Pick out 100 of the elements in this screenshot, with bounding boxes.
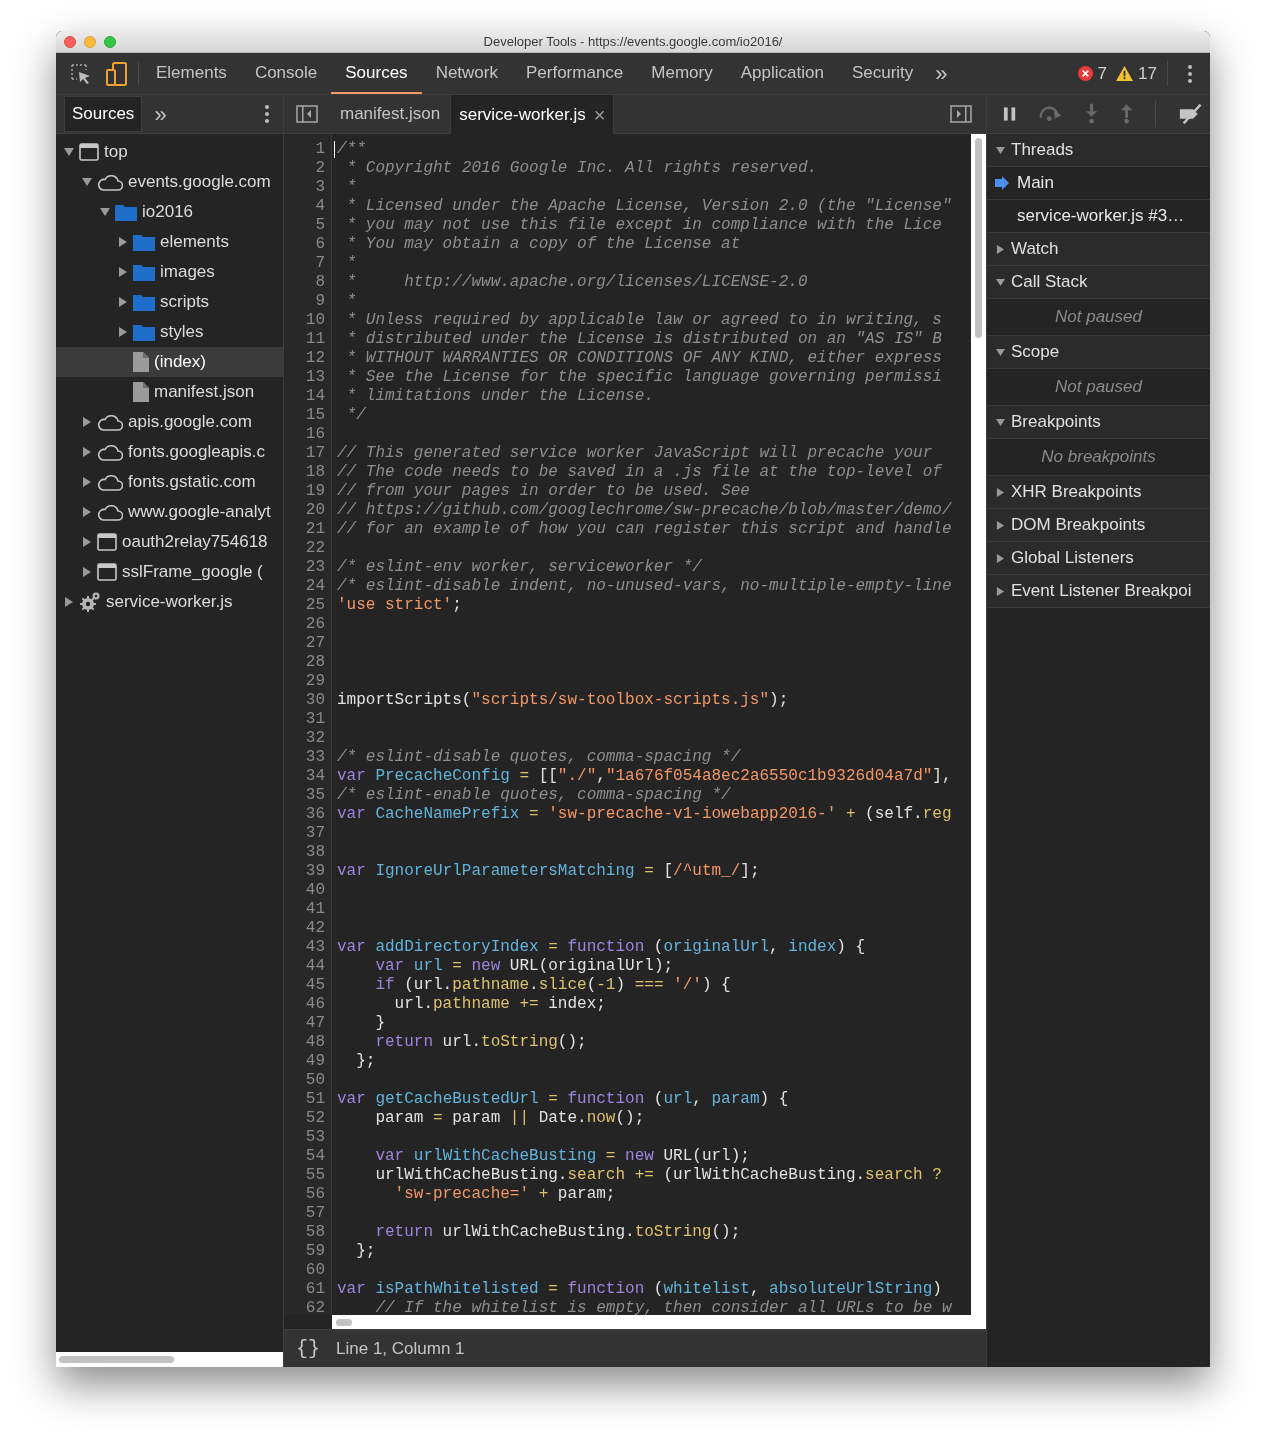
inspect-element-icon[interactable]	[70, 62, 92, 85]
line-number: 31	[304, 710, 325, 729]
disclosure-triangle-icon[interactable]	[82, 477, 92, 487]
section-header[interactable]: Breakpoints	[987, 406, 1210, 439]
vertical-scrollbar[interactable]	[971, 134, 986, 1329]
pretty-print-button[interactable]: {}	[296, 1333, 320, 1364]
code-line: var addDirectoryIndex = function (originalUrl, index) {	[337, 938, 866, 956]
cloud-icon	[97, 443, 123, 461]
tree-item[interactable]: styles	[56, 317, 283, 347]
code-line: * Copyright 2016 Google Inc. All rights reserved.	[345, 159, 818, 177]
panel-tab[interactable]: Application	[726, 53, 838, 94]
toggle-debugger-icon[interactable]	[950, 105, 972, 123]
panel-tab[interactable]: Memory	[637, 53, 727, 94]
device-toolbar-icon[interactable]	[106, 61, 128, 86]
section-header[interactable]: Watch	[987, 233, 1210, 266]
gear-icon	[79, 591, 101, 613]
panel-tab[interactable]: Performance	[512, 53, 638, 94]
line-number: 60	[304, 1261, 325, 1280]
more-tabs-button[interactable]: »	[142, 97, 179, 131]
disclosure-triangle-icon[interactable]	[996, 553, 1005, 563]
code-line: var PrecacheConfig = [["./","1a676f054a8ec2a6550c1b9326d04a7d"],	[337, 767, 952, 785]
disclosure-triangle-icon[interactable]	[82, 567, 92, 577]
disclosure-triangle-icon[interactable]	[996, 244, 1005, 254]
tree-item[interactable]: (index)	[56, 347, 283, 377]
file-tab[interactable]: manifest.json	[332, 95, 449, 133]
scrollbar-thumb[interactable]	[59, 1356, 174, 1363]
tree-item[interactable]: fonts.gstatic.com	[56, 467, 283, 497]
line-number: 16	[304, 425, 325, 444]
deactivate-breakpoints-icon[interactable]	[1177, 103, 1204, 125]
tree-item[interactable]: top	[56, 137, 283, 167]
tree-item[interactable]: fonts.googleapis.c	[56, 437, 283, 467]
tree-item[interactable]: elements	[56, 227, 283, 257]
section-header[interactable]: Call Stack	[987, 266, 1210, 299]
tree-item[interactable]: service-worker.js	[56, 587, 283, 617]
disclosure-triangle-icon[interactable]	[996, 586, 1005, 596]
scrollbar-thumb[interactable]	[975, 138, 982, 338]
panel-tab[interactable]: Elements	[142, 53, 241, 94]
disclosure-triangle-icon[interactable]	[996, 277, 1005, 287]
line-number: 28	[304, 653, 325, 672]
tree-item[interactable]: io2016	[56, 197, 283, 227]
file-tab[interactable]: service-worker.js ×	[450, 95, 615, 134]
panel-tab[interactable]: Security	[837, 53, 928, 94]
horizontal-scrollbar[interactable]	[332, 1315, 971, 1329]
close-window-button[interactable]	[64, 35, 76, 48]
tree-item[interactable]: oauth2relay754618	[56, 527, 283, 557]
code-line: // This generated service worker JavaScript will precache your	[337, 444, 933, 462]
horizontal-scrollbar[interactable]	[56, 1352, 283, 1367]
disclosure-triangle-icon[interactable]	[100, 207, 110, 217]
tree-item[interactable]: events.google.com	[56, 167, 283, 197]
disclosure-triangle-icon[interactable]	[996, 487, 1005, 497]
line-number: 11	[304, 330, 325, 349]
more-options-icon[interactable]	[263, 104, 271, 124]
disclosure-triangle-icon[interactable]	[82, 537, 92, 547]
disclosure-triangle-icon[interactable]	[82, 417, 92, 427]
disclosure-triangle-icon[interactable]	[118, 327, 128, 337]
toggle-navigator-icon[interactable]	[296, 105, 318, 123]
line-number: 39	[304, 862, 325, 881]
disclosure-triangle-icon[interactable]	[82, 447, 92, 457]
line-number: 38	[304, 843, 325, 862]
scrollbar-thumb[interactable]	[336, 1318, 352, 1326]
disclosure-triangle-icon[interactable]	[82, 507, 92, 517]
close-tab-button[interactable]: ×	[593, 99, 606, 130]
section-header[interactable]: DOM Breakpoints	[987, 509, 1210, 542]
section-header[interactable]: Global Listeners	[987, 542, 1210, 575]
panel-tab[interactable]: Network	[421, 53, 512, 94]
disclosure-triangle-icon[interactable]	[82, 177, 92, 187]
tree-item[interactable]: www.google-analyt	[56, 497, 283, 527]
disclosure-triangle-icon[interactable]	[996, 145, 1005, 155]
line-number: 2	[314, 159, 325, 178]
section-header[interactable]: Event Listener Breakpoi	[987, 575, 1210, 608]
disclosure-triangle-icon[interactable]	[118, 297, 128, 307]
warning-icon	[1116, 66, 1134, 81]
section-header[interactable]: Scope	[987, 336, 1210, 369]
disclosure-triangle-icon[interactable]	[996, 347, 1005, 357]
disclosure-triangle-icon[interactable]	[64, 147, 74, 157]
issue-counter[interactable]: 7 17	[1077, 60, 1168, 87]
line-number: 22	[304, 539, 325, 558]
section-header[interactable]: Threads	[987, 134, 1210, 167]
disclosure-triangle-icon[interactable]	[996, 417, 1005, 427]
disclosure-triangle-icon[interactable]	[64, 597, 74, 607]
code-line: if (url.pathname.slice(-1) === '/') {	[374, 976, 731, 994]
section-header[interactable]: XHR Breakpoints	[987, 476, 1210, 509]
code-line: var url = new URL(originalUrl);	[374, 957, 674, 975]
tree-item[interactable]: images	[56, 257, 283, 287]
disclosure-triangle-icon[interactable]	[118, 267, 128, 277]
tree-item[interactable]: apis.google.com	[56, 407, 283, 437]
navigator-tab[interactable]: Sources	[64, 96, 143, 132]
code-line: *	[345, 254, 357, 272]
code-line: 'sw-precache=' + param;	[393, 1185, 616, 1203]
pause-icon[interactable]	[1003, 106, 1017, 122]
panel-tab[interactable]: Console	[240, 53, 332, 94]
tree-item[interactable]: manifest.json	[56, 377, 283, 407]
disclosure-triangle-icon[interactable]	[118, 237, 128, 247]
line-number: 5	[314, 216, 325, 235]
disclosure-triangle-icon[interactable]	[996, 520, 1005, 530]
tree-item[interactable]: sslFrame_google (	[56, 557, 283, 587]
more-tabs-button[interactable]: »	[927, 53, 956, 94]
line-number: 49	[304, 1052, 325, 1071]
current-thread-arrow-icon	[995, 176, 1009, 190]
tree-item[interactable]: scripts	[56, 287, 283, 317]
